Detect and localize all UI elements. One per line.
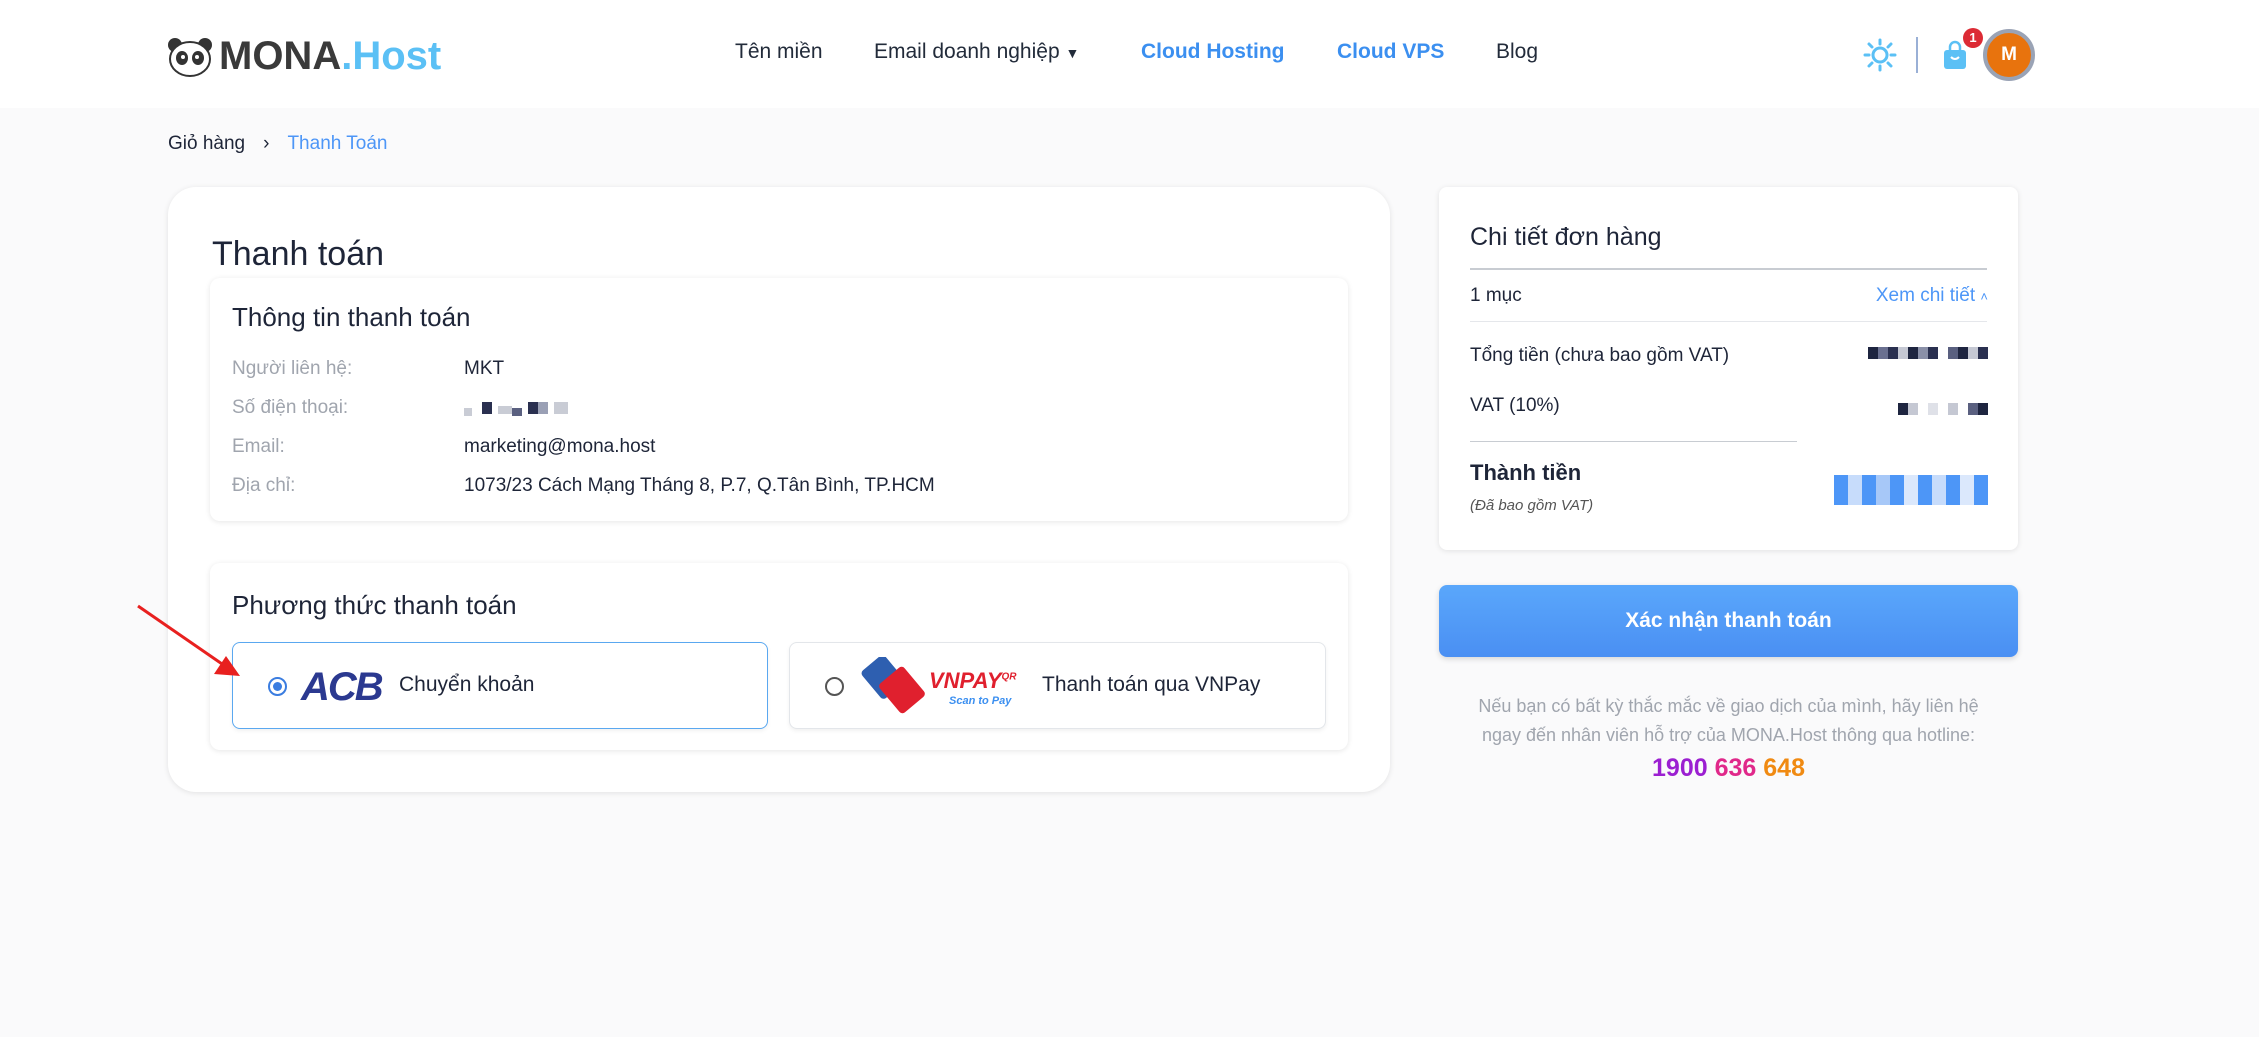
- address-label: Địa chỉ:: [232, 475, 296, 496]
- vnpay-logo-text: VNPAYQR: [929, 668, 1017, 693]
- avatar[interactable]: M: [1983, 29, 2035, 81]
- vnpay-logo-sub: Scan to Pay: [949, 695, 1012, 707]
- nav-cloud-vps[interactable]: Cloud VPS: [1337, 40, 1444, 64]
- nav-ten-mien[interactable]: Tên miền: [735, 40, 823, 64]
- cart-icon[interactable]: [1943, 40, 1967, 75]
- breadcrumb-current: Thanh Toán: [287, 133, 388, 154]
- vnpay-label: Thanh toán qua VNPay: [1042, 673, 1261, 696]
- hotline-part-3: 648: [1763, 754, 1805, 782]
- acb-logo: ACB: [301, 665, 384, 709]
- nav-email[interactable]: Email doanh nghiệp ▼: [874, 40, 1079, 64]
- breadcrumb-separator: ›: [263, 133, 270, 154]
- breadcrumb-cart[interactable]: Giỏ hàng: [168, 133, 245, 155]
- subtotal-value-redacted: [1868, 347, 1988, 359]
- items-count: 1 mục: [1470, 285, 1522, 306]
- divider: [1470, 268, 1987, 270]
- phone-label: Số điện thoại:: [232, 397, 349, 418]
- total-label: Thành tiền: [1470, 460, 1582, 485]
- contact-label: Người liên hệ:: [232, 358, 353, 379]
- caret-down-icon: ▼: [1065, 45, 1080, 61]
- billing-info-section: Thông tin thanh toán Người liên hệ: MKT …: [210, 278, 1348, 521]
- cart-count-badge: 1: [1963, 28, 1983, 48]
- address-value: 1073/23 Cách Mạng Tháng 8, P.7, Q.Tân Bì…: [464, 475, 935, 496]
- help-line-1: Nếu bạn có bất kỳ thắc mắc về giao dịch …: [1478, 696, 1979, 716]
- sun-icon[interactable]: [1863, 38, 1897, 77]
- divider: [1470, 321, 1987, 322]
- vat-value-redacted: [1898, 403, 1988, 415]
- contact-value: MKT: [464, 358, 505, 379]
- view-details-label: Xem chi tiết: [1875, 285, 1976, 306]
- order-summary: Chi tiết đơn hàng 1 mục Xem chi tiết ˄ T…: [1439, 187, 2018, 550]
- red-arrow-annotation: [137, 604, 240, 676]
- nav-blog[interactable]: Blog: [1496, 40, 1538, 64]
- confirm-payment-button[interactable]: Xác nhận thanh toán: [1439, 585, 2018, 657]
- help-line-2: ngay đến nhân viên hỗ trợ của MONA.Host …: [1481, 725, 1976, 745]
- email-label: Email:: [232, 436, 285, 457]
- chevron-up-icon: ˄: [1980, 289, 1988, 304]
- order-summary-title: Chi tiết đơn hàng: [1470, 223, 1662, 251]
- billing-info-title: Thông tin thanh toán: [232, 302, 471, 332]
- email-value: marketing@mona.host: [464, 436, 656, 457]
- hotline-part-2: 636: [1714, 754, 1757, 782]
- subtotal-label: Tổng tiền (chưa bao gồm VAT): [1470, 345, 1730, 366]
- radio-vnpay[interactable]: [825, 677, 844, 696]
- nav-email-label: Email doanh nghiệp: [874, 40, 1060, 63]
- logo[interactable]: MONA .Host: [167, 34, 441, 79]
- logo-accent: .Host: [341, 34, 442, 78]
- header: MONA .Host Tên miền Email doanh nghiệp ▼ …: [0, 0, 2259, 108]
- panda-logo-icon: [167, 37, 213, 77]
- divider: [1470, 441, 1797, 442]
- total-note: (Đã bao gồm VAT): [1470, 497, 1594, 514]
- acb-label: Chuyển khoản: [399, 673, 535, 696]
- hotline[interactable]: 1900 636 648: [1439, 754, 2018, 783]
- page-title: Thanh toán: [212, 235, 385, 273]
- logo-text: MONA: [219, 34, 342, 78]
- payment-option-vnpay[interactable]: VNPAYQR Scan to Pay Thanh toán qua VNPay: [789, 642, 1326, 729]
- vnpay-logo-icon: [860, 655, 930, 720]
- payment-method-title: Phương thức thanh toán: [232, 590, 517, 620]
- divider: [1916, 37, 1918, 73]
- payment-option-acb[interactable]: ACB Chuyển khoản: [232, 642, 768, 729]
- nav-cloud-hosting[interactable]: Cloud Hosting: [1141, 40, 1284, 64]
- radio-acb[interactable]: [268, 677, 287, 696]
- vat-label: VAT (10%): [1470, 395, 1560, 416]
- phone-value-redacted: [464, 402, 568, 416]
- help-text: Nếu bạn có bất kỳ thắc mắc về giao dịch …: [1439, 692, 2018, 750]
- breadcrumb: Giỏ hàng › Thanh Toán: [168, 133, 387, 155]
- hotline-part-1: 1900: [1652, 754, 1708, 782]
- view-details-link[interactable]: Xem chi tiết ˄: [1876, 285, 1988, 307]
- total-value-redacted: [1834, 475, 1988, 505]
